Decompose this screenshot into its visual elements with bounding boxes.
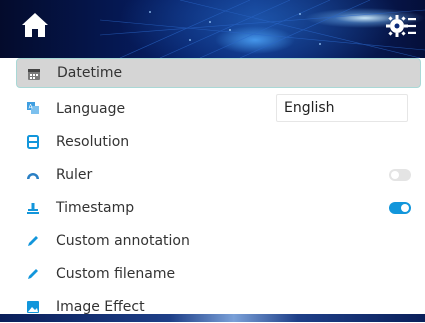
language-select[interactable]: English	[276, 94, 408, 122]
menu-item-language[interactable]: A Language English	[0, 92, 425, 125]
toggle-knob	[391, 171, 399, 179]
top-bar	[0, 0, 425, 58]
background-graphic	[99, 0, 425, 58]
ruler-icon	[27, 173, 39, 179]
menu-item-label: Custom annotation	[56, 232, 190, 249]
timestamp-toggle[interactable]	[389, 202, 411, 214]
menu-item-custom-annotation[interactable]: Custom annotation	[0, 224, 425, 257]
menu-item-label: Image Effect	[56, 298, 145, 315]
pencil-icon	[28, 236, 38, 246]
menu-item-label: Datetime	[57, 65, 123, 81]
menu-item-label: Custom filename	[56, 265, 176, 282]
image-icon	[27, 301, 39, 313]
settings-menu: Datetime A Language English Resolution R…	[0, 58, 425, 323]
timestamp-icon	[27, 203, 39, 214]
bottom-bar	[0, 314, 425, 322]
menu-item-datetime[interactable]: Datetime	[16, 58, 421, 88]
menu-item-label: Resolution	[56, 133, 130, 150]
language-value: English	[284, 100, 335, 116]
menu-item-resolution[interactable]: Resolution	[0, 125, 425, 158]
calendar-icon	[28, 69, 40, 80]
pencil-icon	[28, 269, 38, 279]
menu-item-custom-filename[interactable]: Custom filename	[0, 257, 425, 290]
menu-item-label: Timestamp	[56, 199, 135, 216]
gear-list-icon	[386, 15, 416, 37]
home-icon	[22, 13, 48, 37]
resolution-icon	[27, 135, 39, 149]
menu-item-label: Language	[56, 100, 126, 117]
home-button[interactable]	[20, 10, 50, 40]
menu-item-timestamp[interactable]: Timestamp	[0, 191, 425, 224]
settings-button[interactable]	[386, 12, 416, 40]
menu-item-ruler[interactable]: Ruler	[0, 158, 425, 191]
toggle-knob	[401, 204, 409, 212]
language-icon: A	[27, 102, 39, 114]
menu-item-label: Ruler	[56, 166, 93, 183]
ruler-toggle[interactable]	[389, 169, 411, 181]
